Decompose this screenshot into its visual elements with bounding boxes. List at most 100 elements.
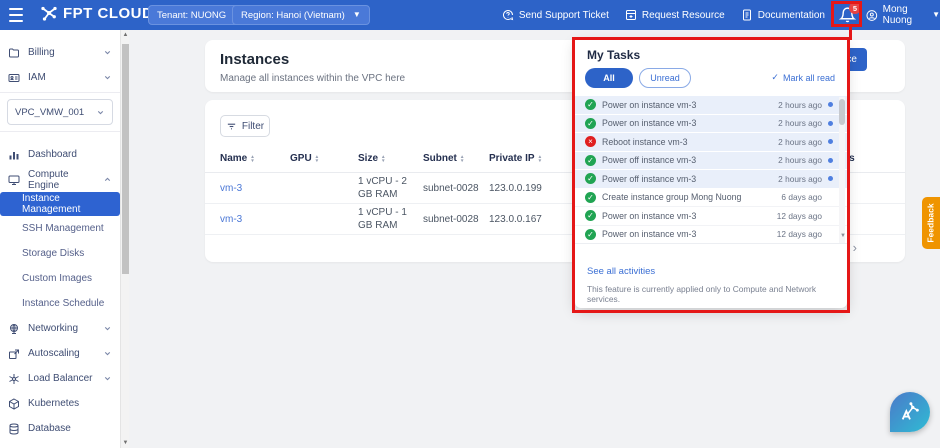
networking-icon (8, 323, 20, 335)
sidebar-item-billing[interactable]: Billing (0, 40, 120, 65)
sidebar-item-iam[interactable]: IAM (0, 65, 120, 90)
sidebar-scrollbar[interactable]: ▲ ▼ (120, 30, 129, 448)
mark-all-read-button[interactable]: ✓ Mark all read (771, 72, 835, 83)
sort-icon[interactable]: ▴▾ (461, 155, 464, 163)
column-header: Size▴▾ (358, 153, 423, 164)
navbar-links: Send Support Ticket Request Resource Doc… (502, 0, 825, 30)
sidebar: Billing IAM VPC_VMW_001 Dashboard Comput… (0, 30, 120, 448)
chevron-down-icon (103, 73, 112, 82)
sidebar-item-autoscaling[interactable]: Autoscaling (0, 341, 120, 366)
scroll-down-icon[interactable]: ▼ (121, 440, 130, 446)
size-cell: 1 vCPU - 2 GB RAM (358, 175, 423, 201)
chevron-down-icon (103, 48, 112, 57)
user-menu[interactable]: Mong Nuong ▼ (866, 0, 940, 30)
sort-icon[interactable]: ▴▾ (316, 155, 319, 163)
task-status-icon: ✓ (585, 155, 596, 166)
my-tasks-panel: My Tasks All Unread ✓ Mark all read ✓ Po… (575, 40, 847, 308)
sidebar-item-instance-schedule[interactable]: Instance Schedule (0, 291, 120, 316)
billing-label: Billing (28, 47, 95, 58)
sidebar-item-kubernetes[interactable]: Kubernetes (0, 391, 120, 416)
chevron-down-icon (103, 324, 112, 333)
see-all-activities-link[interactable]: See all activities (587, 266, 655, 277)
notification-badge: 5 (849, 2, 861, 14)
tasks-title: My Tasks (587, 48, 640, 62)
tab-all[interactable]: All (585, 68, 633, 88)
sort-icon[interactable]: ▴▾ (382, 155, 385, 163)
task-text: Power on instance vm-3 (602, 211, 771, 221)
task-item[interactable]: ✓ Power off instance vm-3 2 hours ago (575, 170, 847, 189)
subnet-cell: subnet-0028 (423, 214, 489, 225)
task-text: Reboot instance vm-3 (602, 137, 772, 147)
fpt-cloud-logo: FPT CLOUD (40, 4, 153, 22)
sidebar-item-networking[interactable]: Networking (0, 316, 120, 341)
load-balancer-icon (8, 373, 20, 385)
task-text: Power on instance vm-3 (602, 118, 772, 128)
scrollbar-thumb[interactable] (839, 99, 845, 125)
task-item[interactable]: ✓ Create instance group Mong Nuong 6 day… (575, 189, 847, 208)
avatar-icon (866, 8, 878, 23)
task-item[interactable]: ✓ Power on instance vm-3 12 days ago (575, 207, 847, 226)
instance-name-link[interactable]: vm-3 (220, 214, 290, 225)
vpc-selector[interactable]: VPC_VMW_001 (7, 99, 113, 125)
task-status-icon: ✓ (585, 173, 596, 184)
vpc-label: VPC_VMW_001 (15, 107, 84, 118)
sidebar-item-database[interactable]: Database (0, 416, 120, 441)
hamburger-menu-icon[interactable] (9, 8, 23, 22)
task-list: ✓ Power on instance vm-3 2 hours ago ✓ P… (575, 96, 847, 244)
unread-dot (828, 102, 833, 107)
documentation-link[interactable]: Documentation (741, 9, 825, 21)
load-balancer-label: Load Balancer (28, 373, 95, 384)
pagination-next-button[interactable]: › (853, 240, 857, 255)
sidebar-item-dashboard[interactable]: Dashboard (0, 142, 120, 167)
divider (0, 131, 120, 132)
sidebar-item-compute-engine[interactable]: Compute Engine (0, 167, 120, 192)
networking-label: Networking (28, 323, 95, 334)
region-selector[interactable]: Region: Hanoi (Vietnam)▼ (232, 5, 370, 25)
kubernetes-icon (8, 398, 20, 410)
task-text: Power off instance vm-3 (602, 174, 772, 184)
task-time: 12 days ago (777, 229, 822, 239)
task-item[interactable]: ✓ Power off instance vm-3 2 hours ago (575, 152, 847, 171)
sidebar-item-ssh-management[interactable]: SSH Management (0, 216, 120, 241)
resource-label: Request Resource (642, 10, 725, 21)
task-item[interactable]: × Reboot instance vm-3 2 hours ago (575, 133, 847, 152)
task-list-scrollbar[interactable] (839, 97, 845, 243)
scroll-down-icon[interactable]: ▼ (840, 233, 846, 239)
autoscaling-icon (8, 348, 20, 360)
billing-icon (8, 47, 20, 59)
sidebar-item-load-balancer[interactable]: Load Balancer (0, 366, 120, 391)
request-resource-link[interactable]: Request Resource (625, 9, 725, 21)
task-time: 2 hours ago (778, 174, 822, 184)
sort-icon[interactable]: ▴▾ (539, 155, 542, 163)
task-time: 2 hours ago (778, 100, 822, 110)
task-status-icon: ✓ (585, 229, 596, 240)
scroll-up-icon[interactable]: ▲ (121, 32, 130, 38)
task-status-icon: ✓ (585, 118, 596, 129)
sidebar-item-storage-disks[interactable]: Storage Disks (0, 241, 120, 266)
ai-molecule-icon (899, 401, 921, 423)
filter-button[interactable]: Filter (220, 115, 270, 137)
documentation-icon (741, 9, 753, 21)
sidebar-item-custom-images[interactable]: Custom Images (0, 266, 120, 291)
database-icon (8, 423, 20, 435)
instance-name-link[interactable]: vm-3 (220, 183, 290, 194)
send-support-ticket-link[interactable]: Send Support Ticket (502, 9, 609, 21)
sort-icon[interactable]: ▴▾ (251, 155, 254, 163)
task-item[interactable]: ✓ Power on instance vm-3 12 days ago (575, 226, 847, 245)
subnet-cell: subnet-0028 (423, 183, 489, 194)
feedback-button[interactable]: Feedback (922, 197, 940, 249)
chevron-down-icon (103, 349, 112, 358)
unread-dot (828, 176, 833, 181)
sidebar-item-instance-management[interactable]: Instance Management (0, 192, 120, 216)
task-text: Power on instance vm-3 (602, 100, 772, 110)
task-text: Power on instance vm-3 (602, 229, 771, 239)
tab-unread[interactable]: Unread (639, 68, 691, 88)
task-item[interactable]: ✓ Power on instance vm-3 2 hours ago (575, 96, 847, 115)
scrollbar-thumb[interactable] (122, 44, 129, 274)
request-resource-icon (625, 9, 637, 21)
task-item[interactable]: ✓ Power on instance vm-3 2 hours ago (575, 115, 847, 134)
ai-assistant-button[interactable] (890, 392, 930, 432)
kubernetes-label: Kubernetes (28, 398, 112, 409)
logo-molecule-icon (40, 4, 58, 22)
database-label: Database (28, 423, 112, 434)
